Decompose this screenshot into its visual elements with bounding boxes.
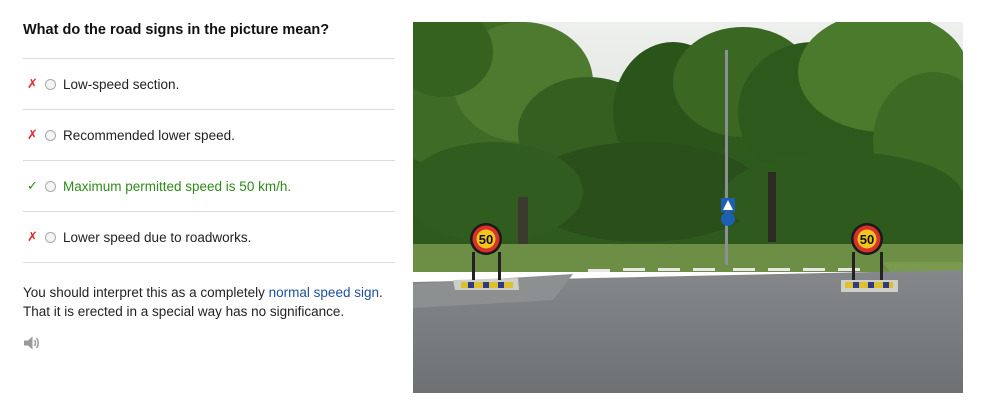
speed-value-right: 50	[860, 232, 874, 247]
answer-label: Lower speed due to roadworks.	[63, 229, 252, 245]
radio-button[interactable]	[45, 78, 56, 90]
question-title: What do the road signs in the picture me…	[23, 22, 330, 38]
check-icon: ✓	[27, 178, 38, 193]
radio-button[interactable]	[45, 180, 56, 192]
road-signs-photo: 50 50	[413, 22, 963, 393]
radio-button[interactable]	[45, 129, 56, 141]
normal-speed-sign-link[interactable]: normal speed sign	[269, 285, 379, 300]
speaker-icon[interactable]	[23, 335, 41, 351]
answer-label: Low-speed section.	[63, 76, 180, 92]
radio-button[interactable]	[45, 231, 56, 243]
explanation-line2: That it is erected in a special way has …	[23, 304, 345, 319]
answer-option-2[interactable]: ✗ Recommended lower speed.	[23, 110, 395, 161]
answer-option-1[interactable]: ✗ Low-speed section.	[23, 59, 395, 110]
explanation-suffix: .	[378, 285, 383, 300]
answer-option-3[interactable]: ✓ Maximum permitted speed is 50 km/h.	[23, 161, 395, 212]
answer-option-4[interactable]: ✗ Lower speed due to roadworks.	[23, 212, 395, 263]
explanation-text: You should interpret this as a completel…	[23, 283, 403, 321]
cross-icon: ✗	[27, 127, 38, 142]
cross-icon: ✗	[27, 229, 38, 244]
speed-value-left: 50	[479, 232, 493, 247]
answer-options: ✗ Low-speed section. ✗ Recommended lower…	[23, 58, 395, 263]
explanation-prefix: You should interpret this as a completel…	[23, 285, 269, 300]
answer-label: Maximum permitted speed is 50 km/h.	[63, 178, 292, 194]
answer-label: Recommended lower speed.	[63, 127, 235, 143]
cross-icon: ✗	[27, 76, 38, 91]
speed-limit-sign-right: 50	[851, 223, 883, 255]
speed-limit-sign-left: 50	[470, 223, 502, 255]
